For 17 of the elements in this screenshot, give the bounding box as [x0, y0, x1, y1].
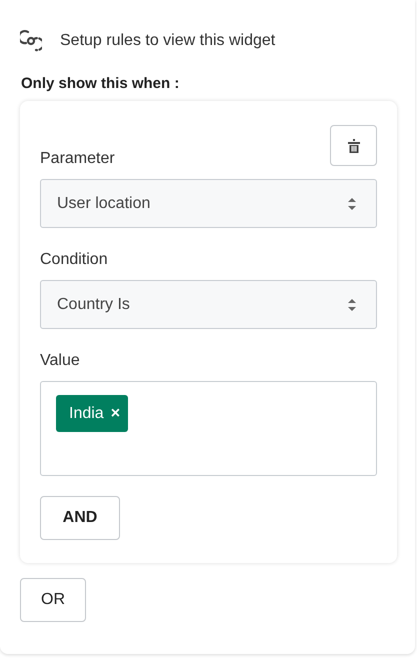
- select-field[interactable]: Country Is: [40, 280, 377, 329]
- field-label: Parameter: [40, 149, 115, 169]
- panel-title: Setup rules to view this widget: [60, 32, 276, 50]
- or-button[interactable]: OR: [20, 578, 86, 622]
- link-icon: [20, 29, 42, 53]
- tag-label: India: [69, 404, 104, 422]
- field-label: Condition: [40, 250, 108, 270]
- sort-icon: [348, 198, 356, 210]
- and-button[interactable]: AND: [40, 496, 120, 540]
- select-field[interactable]: User location: [40, 179, 377, 228]
- trash-icon: [348, 138, 360, 152]
- remove-tag-button[interactable]: ×: [110, 404, 120, 422]
- tag-input-field[interactable]: India ×: [40, 381, 377, 476]
- field-label: Value: [40, 351, 80, 371]
- sort-icon: [348, 298, 356, 310]
- delete-button[interactable]: [330, 125, 377, 166]
- section-title: Only show this when :: [21, 75, 180, 92]
